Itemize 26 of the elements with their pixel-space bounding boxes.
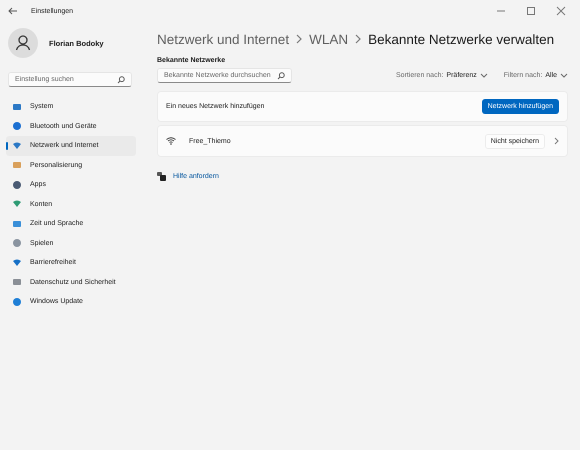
breadcrumb-item[interactable]: WLAN [309, 32, 348, 46]
nav-icon [13, 220, 21, 228]
chevron-down-icon [560, 73, 568, 78]
search-icon [117, 76, 125, 84]
nav-icon [13, 142, 21, 150]
chevron-down-icon [480, 73, 488, 78]
chevron-icon [296, 34, 302, 44]
nav-icon [13, 122, 21, 130]
nav-icon [13, 102, 21, 111]
chevron-icon [355, 34, 362, 44]
wifi-icon [166, 137, 176, 145]
nav-icon [13, 161, 21, 170]
chevron-icon[interactable] [554, 137, 559, 145]
nav-icon [13, 180, 21, 189]
nav-icon [13, 200, 21, 208]
nav-icon [13, 298, 21, 306]
search-icon [277, 72, 285, 80]
maximize-icon[interactable] [526, 6, 536, 16]
back-arrow-icon[interactable] [8, 7, 18, 15]
nav-icon [13, 239, 21, 248]
nav-icon [13, 258, 21, 267]
close-icon[interactable] [556, 6, 566, 16]
breadcrumb-item[interactable]: Netzwerk und Internet [157, 32, 290, 46]
breadcrumb-item: Bekannte Netzwerke verwalten [368, 32, 554, 46]
avatar-icon [8, 28, 38, 58]
nav-icon [13, 278, 21, 286]
